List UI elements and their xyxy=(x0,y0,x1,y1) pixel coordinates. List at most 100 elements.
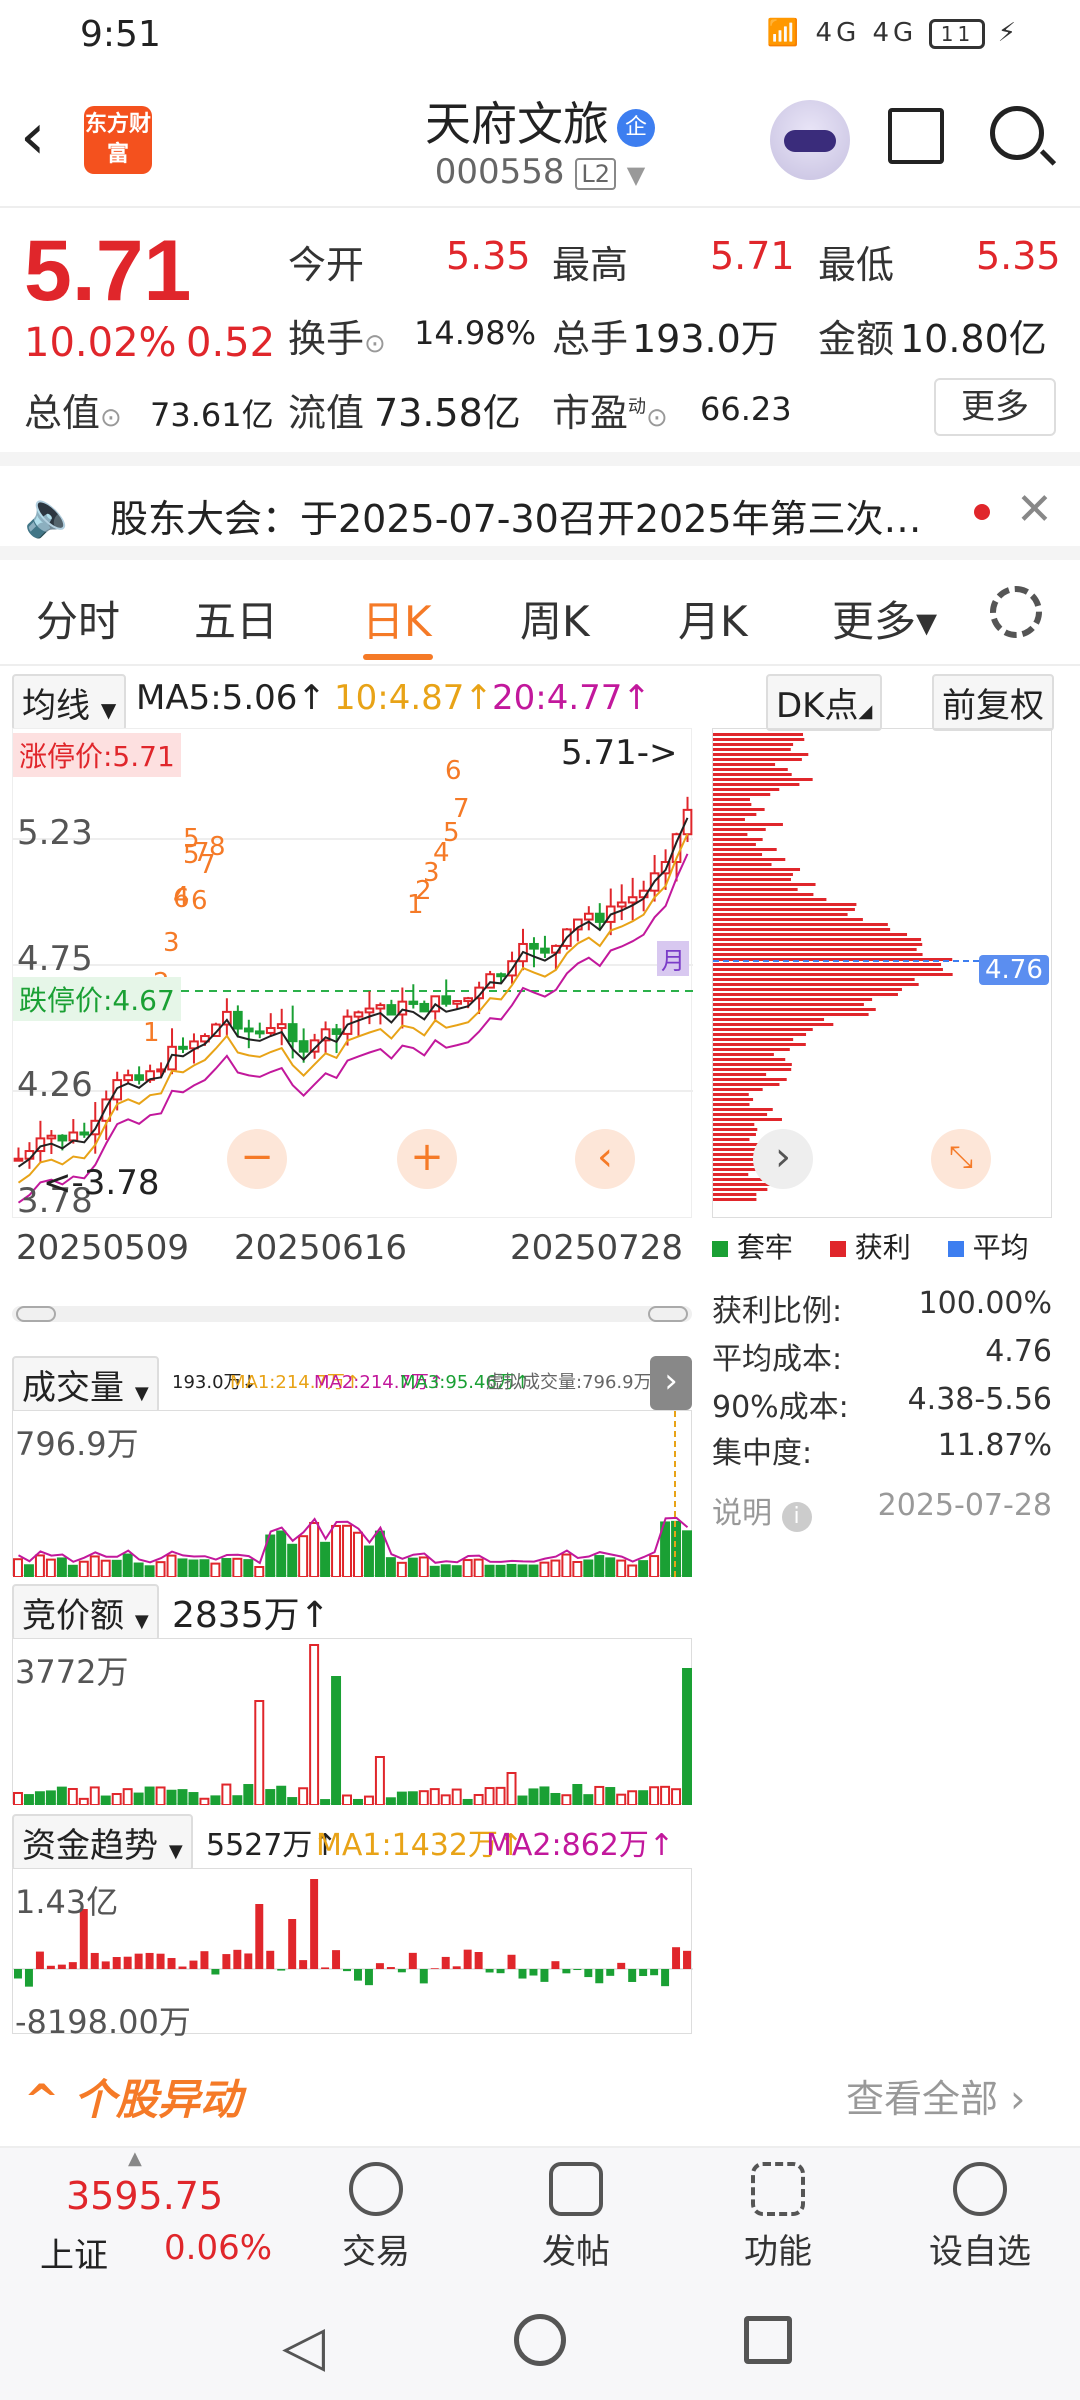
scroll-handle-left[interactable] xyxy=(16,1306,56,1322)
volume-bar xyxy=(561,1553,572,1578)
candle-body xyxy=(134,1074,144,1081)
chip-bar xyxy=(713,768,788,771)
nav-trade[interactable]: 交易 xyxy=(316,2156,436,2273)
auction-bar xyxy=(331,1676,342,1806)
gear-icon[interactable] xyxy=(990,586,1042,638)
assistant-robot-icon[interactable] xyxy=(770,100,850,180)
tab-weekly-k[interactable]: 周K xyxy=(520,588,590,649)
status-time: 9:51 xyxy=(80,14,161,55)
candlestick-chart[interactable]: 1234567895761234567 涨停价:5.71 跌停价:4.67 5.… xyxy=(12,728,693,1221)
candle-body xyxy=(254,1030,265,1035)
announcement-bar[interactable]: 🔈 股东大会：于2025-07-30召开2025年第三次临... ✕ xyxy=(0,452,1080,560)
auction-bar xyxy=(287,1797,298,1807)
more-quote-button[interactable]: 更多 xyxy=(934,378,1056,436)
info-label: 平均成本: xyxy=(712,1342,843,1377)
auction-bar xyxy=(122,1788,133,1807)
system-recents-icon[interactable] xyxy=(744,2316,792,2364)
tab-daily-k[interactable]: 日K xyxy=(362,588,432,649)
volume-bar xyxy=(254,1565,265,1578)
dk-point-dropdown[interactable]: DK点◢ xyxy=(766,674,883,731)
tab-more[interactable]: 更多▾ xyxy=(832,588,937,649)
volume-bar xyxy=(100,1559,111,1579)
fund-bar xyxy=(244,1953,253,1969)
fund-bar xyxy=(595,1969,604,1984)
info-icon[interactable]: ⊙ xyxy=(100,403,122,433)
battery-icon: 11 xyxy=(929,18,986,49)
nav-functions[interactable]: 功能 xyxy=(718,2156,838,2273)
candle-body xyxy=(79,1131,90,1136)
auction-bar xyxy=(133,1792,144,1806)
share-icon[interactable] xyxy=(888,108,944,164)
close-icon[interactable]: ✕ xyxy=(1016,484,1053,535)
cost-90-row: 90%成本: 4.38-5.56 xyxy=(712,1382,1052,1426)
chip-bar xyxy=(713,838,763,841)
candle-body xyxy=(265,1027,276,1034)
auction-bar xyxy=(254,1700,265,1806)
auction-bar xyxy=(484,1787,495,1807)
fund-trend-chart[interactable]: 1.43亿 -8198.00万 xyxy=(12,1868,693,2041)
info-icon[interactable]: ⊙ xyxy=(646,403,668,433)
chart-scrollbar[interactable] xyxy=(12,1306,692,1322)
nav-watchlist[interactable]: 设自选 xyxy=(920,2156,1040,2273)
volume-bar xyxy=(309,1521,320,1578)
fund-bar xyxy=(397,1969,406,1973)
tab-intraday[interactable]: 分时 xyxy=(36,588,120,649)
chip-distribution-chart[interactable]: 4.76 › ⤡ xyxy=(712,728,1052,1218)
chip-bar xyxy=(713,933,908,936)
chip-bar xyxy=(713,1023,834,1026)
stock-header: ‹ 东方财富 天府文旅企 000558 L2 ▼ xyxy=(0,78,1080,208)
auction-dropdown[interactable]: 竞价额 ▼ xyxy=(12,1584,159,1641)
indicator-dropdown[interactable]: 均线 ▼ xyxy=(12,674,127,731)
index-ticker[interactable]: ▲ 3595.75 上证 0.06% xyxy=(40,2148,280,2278)
announcement-text[interactable]: 股东大会：于2025-07-30召开2025年第三次临... xyxy=(110,488,950,543)
note-row[interactable]: 说明 i 2025-07-28 xyxy=(712,1488,1052,1532)
tab-five-day[interactable]: 五日 xyxy=(194,588,278,649)
chip-bar xyxy=(713,1043,806,1046)
candle-body xyxy=(375,1004,386,1010)
volume-chart[interactable]: 796.9万 xyxy=(12,1410,693,1579)
chevron-right-icon[interactable]: › xyxy=(753,1129,813,1189)
candle-body xyxy=(178,1045,188,1050)
turnover-label-text: 换手 xyxy=(288,317,365,361)
chevron-right-icon[interactable]: › xyxy=(650,1356,692,1410)
view-all-link[interactable]: 查看全部 › xyxy=(846,2068,1025,2123)
date-label-start: 20250509 xyxy=(16,1228,190,1268)
chevron-left-icon[interactable]: ‹ xyxy=(575,1129,635,1189)
td-signal: 7 xyxy=(453,794,470,824)
nav-post[interactable]: 发帖 xyxy=(516,2156,636,2273)
adjust-button[interactable]: 前复权 xyxy=(932,674,1054,731)
chip-bar xyxy=(713,948,917,951)
expand-icon[interactable]: ⤡ xyxy=(931,1129,991,1189)
plus-icon[interactable]: + xyxy=(397,1129,457,1189)
info-icon[interactable]: i xyxy=(781,1502,812,1532)
chip-bar xyxy=(713,1118,782,1121)
tab-monthly-k[interactable]: 月K xyxy=(678,588,748,649)
minus-icon[interactable]: − xyxy=(227,1129,287,1189)
fund-dropdown[interactable]: 资金趋势 ▼ xyxy=(12,1814,193,1871)
movement-title[interactable]: ^ 个股异动 xyxy=(24,2066,242,2127)
system-home-icon[interactable] xyxy=(514,2314,566,2366)
scroll-handle-right[interactable] xyxy=(648,1306,688,1322)
search-icon[interactable] xyxy=(990,106,1044,160)
volume-dropdown[interactable]: 成交量 ▼ xyxy=(12,1356,159,1413)
fund-bar xyxy=(134,1953,143,1969)
auction-bar xyxy=(78,1797,89,1807)
auction-bar xyxy=(320,1799,331,1807)
candle-body xyxy=(287,1023,298,1043)
fund-bar xyxy=(507,1954,516,1969)
auction-value: 2835万↑ xyxy=(172,1595,330,1636)
fund-bar xyxy=(167,1958,176,1969)
info-icon[interactable]: ⊙ xyxy=(364,329,386,359)
volume-bar xyxy=(440,1564,451,1579)
auction-bar xyxy=(396,1791,407,1806)
fund-bar xyxy=(617,1962,626,1969)
td-signal: 8 xyxy=(209,832,226,862)
dk-label: DK点 xyxy=(776,686,859,726)
caret-down-icon: ▼ xyxy=(134,1611,149,1632)
chip-bar xyxy=(713,1008,876,1011)
system-back-icon[interactable]: ◁ xyxy=(282,2314,325,2379)
auction-label: 竞价额 xyxy=(22,1596,124,1636)
fund-bar xyxy=(672,1947,681,1969)
volume-bar xyxy=(276,1530,287,1578)
auction-chart[interactable]: 3772万 xyxy=(12,1638,693,1807)
